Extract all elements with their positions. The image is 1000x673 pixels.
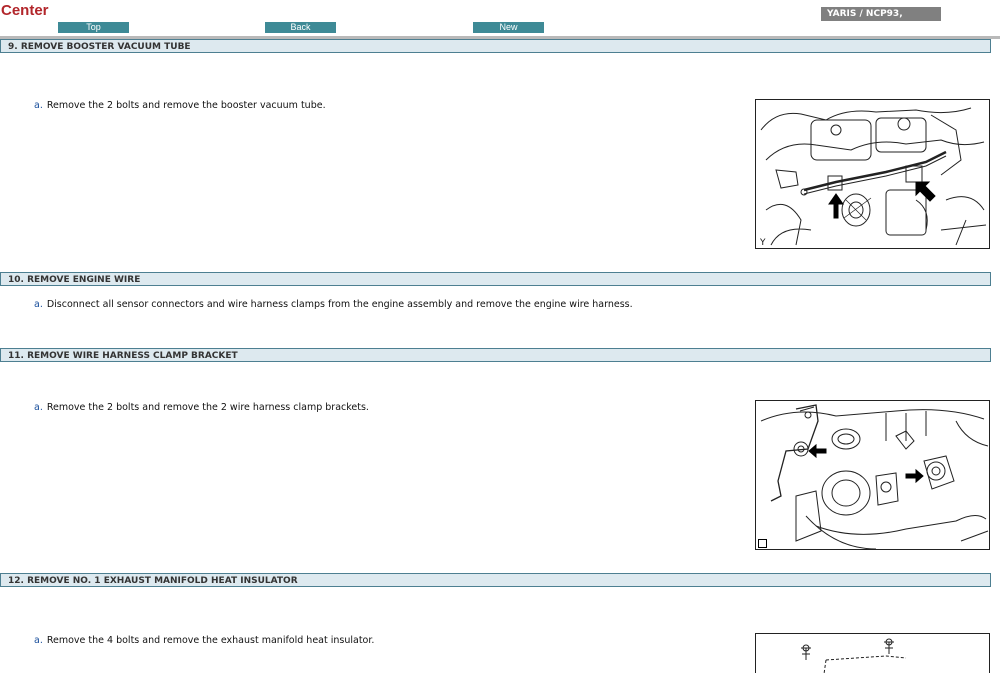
booster-vacuum-tube-figure: Y	[755, 99, 990, 249]
top-button[interactable]: Top	[58, 22, 129, 33]
step-text: Disconnect all sensor connectors and wir…	[46, 299, 633, 310]
step-item: a. Remove the 2 bolts and remove the 2 wi…	[34, 402, 369, 413]
step-text: Remove the 2 bolts and remove the 2 wire…	[46, 402, 369, 413]
step-bullet: a.	[34, 100, 43, 111]
step-bullet: a.	[34, 299, 43, 310]
step-item: a. Disconnect all sensor connectors and w…	[34, 299, 633, 310]
section-heading-11: 11. REMOVE WIRE HARNESS CLAMP BRACKET	[0, 348, 991, 362]
figure-corner-label: Y	[760, 238, 766, 248]
step-text: Remove the 4 bolts and remove the exhaus…	[46, 635, 375, 646]
heat-insulator-figure	[755, 633, 990, 673]
back-button[interactable]: Back	[265, 22, 336, 33]
step-item: a. Remove the 2 bolts and remove the boos…	[34, 100, 326, 111]
step-text: Remove the 2 bolts and remove the booste…	[46, 100, 326, 111]
step-bullet: a.	[34, 402, 43, 413]
new-button[interactable]: New	[473, 22, 544, 33]
clamp-bracket-figure	[755, 400, 990, 550]
step-bullet: a.	[34, 635, 43, 646]
section-heading-10: 10. REMOVE ENGINE WIRE	[0, 272, 991, 286]
model-badge: YARIS / NCP93,	[821, 7, 941, 21]
section-heading-9: 9. REMOVE BOOSTER VACUUM TUBE	[0, 39, 991, 53]
step-item: a. Remove the 4 bolts and remove the exha…	[34, 635, 374, 646]
header-bar: Center Top Back New YARIS / NCP93,	[0, 0, 1000, 36]
app-title: Center	[1, 2, 49, 19]
section-heading-12: 12. REMOVE NO. 1 EXHAUST MANIFOLD HEAT I…	[0, 573, 991, 587]
figure-corner-mark-icon	[758, 539, 767, 548]
